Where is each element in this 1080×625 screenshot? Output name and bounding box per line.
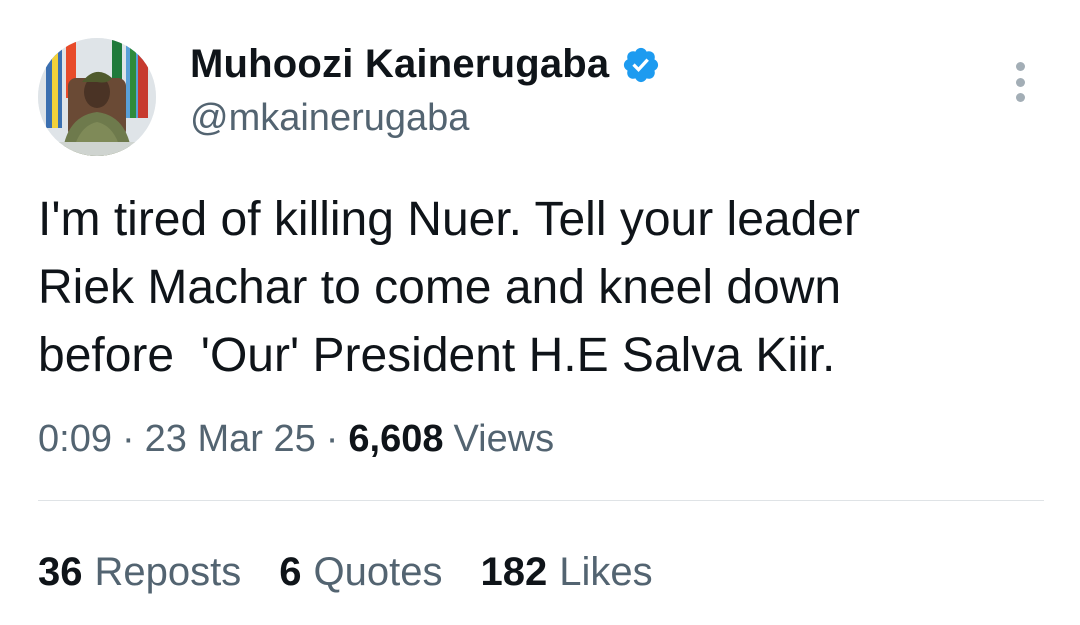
likes-count: 182 [480, 550, 548, 594]
quotes-label: Quotes [313, 550, 443, 594]
divider [38, 500, 1044, 501]
engagement-stats: 36 Reposts 6 Quotes 182 Likes [38, 546, 653, 598]
views-label: Views [453, 418, 555, 460]
quotes-count: 6 [279, 550, 302, 594]
meta-separator: · [325, 418, 339, 460]
tweet-time[interactable]: 0:09 [38, 418, 112, 460]
more-vertical-icon-dot [1015, 93, 1025, 102]
views-count: 6,608 [348, 418, 444, 460]
tweet-meta: 0:09 · 23 Mar 25 · 6,608 Views [38, 414, 554, 464]
more-vertical-icon-dot [1015, 77, 1025, 87]
more-options-button[interactable] [1000, 58, 1040, 106]
meta-separator: · [121, 418, 135, 460]
author-display-name[interactable]: Muhoozi Kainerugaba [190, 38, 609, 90]
tweet-date[interactable]: 23 Mar 25 [145, 418, 316, 460]
profile-photo [38, 38, 156, 156]
author-name-row: Muhoozi Kainerugaba [190, 38, 661, 90]
tweet-text: I'm tired of killing Nuer. Tell your lea… [38, 193, 860, 382]
more-vertical-icon [1015, 62, 1025, 71]
avatar[interactable] [38, 38, 156, 156]
reposts-label: Reposts [94, 550, 242, 594]
likes-label: Likes [559, 550, 653, 594]
tweet-card: Muhoozi Kainerugaba @mkainerugaba I'm ti… [0, 0, 1080, 625]
likes-stat[interactable]: 182 Likes [480, 546, 652, 598]
verified-badge-icon[interactable] [621, 45, 661, 85]
reposts-count: 36 [38, 550, 83, 594]
quotes-stat[interactable]: 6 Quotes [279, 546, 442, 598]
author-handle[interactable]: @mkainerugaba [190, 94, 469, 142]
reposts-stat[interactable]: 36 Reposts [38, 546, 241, 598]
